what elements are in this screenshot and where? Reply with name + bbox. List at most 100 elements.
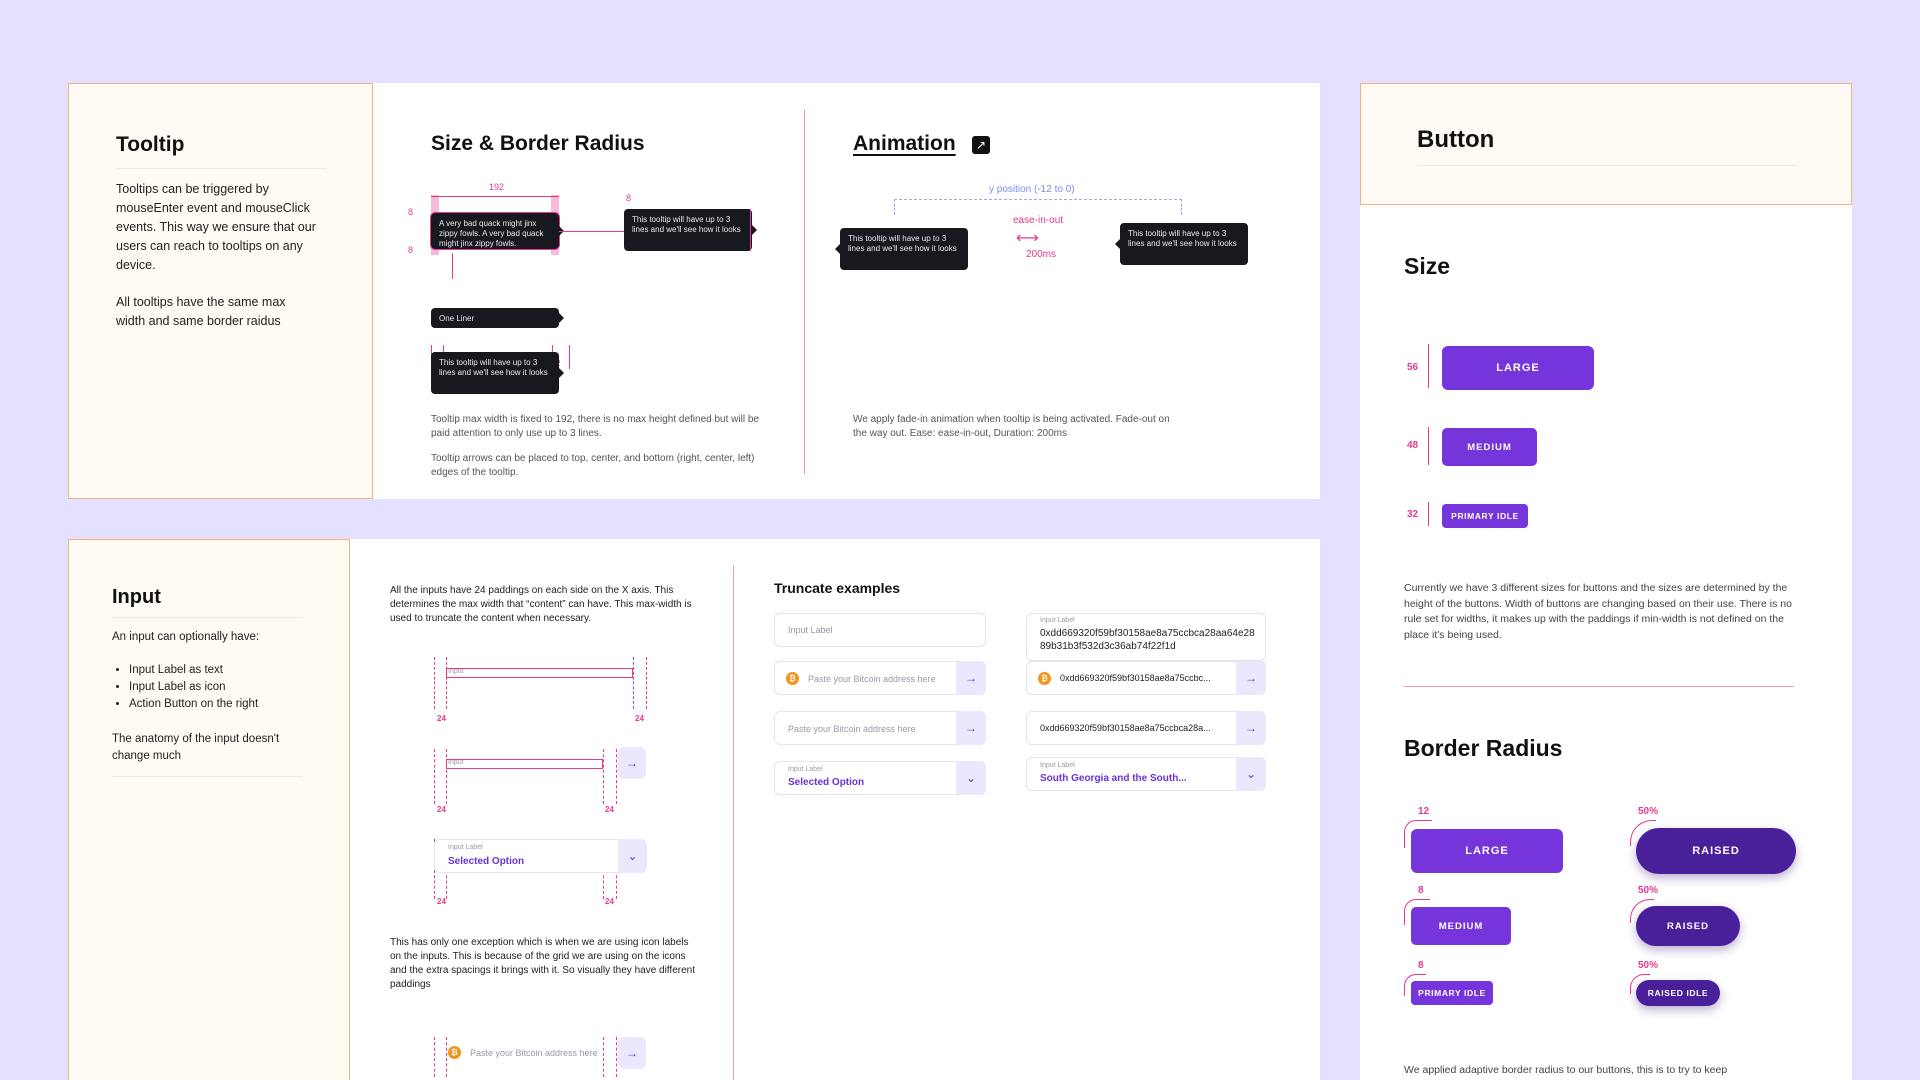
action-arrow-button[interactable]: →: [1236, 661, 1266, 695]
input-label: Input Label: [1040, 762, 1075, 769]
long-tooltip: This tooltip will have up to 3 lines and…: [431, 352, 564, 394]
address-truncated: 0xdd669320f59bf30158ae8a75ccbc...: [1060, 673, 1211, 683]
content-box: [446, 668, 633, 678]
tooltip-arrow: [1115, 239, 1120, 249]
chevron-down-icon[interactable]: ⌄: [618, 839, 647, 873]
long-tooltip-text: This tooltip will have up to 3 lines and…: [632, 215, 741, 234]
label-placeholder: Input Label: [788, 625, 833, 635]
long-tooltip-text: This tooltip will have up to 3 lines and…: [439, 358, 548, 377]
pad-guide: [446, 1037, 447, 1077]
primary-idle-radius-button[interactable]: PRIMARY IDLE: [1411, 981, 1493, 1005]
pad-guide: [633, 657, 634, 709]
list-item: Action Button on the right: [129, 696, 258, 713]
tooltip-intro-panel: Tooltip Tooltips can be triggered by mou…: [68, 83, 373, 499]
selected-country: South Georgia and the South...: [1040, 773, 1187, 784]
padding-description: All the inputs have 24 paddings on each …: [390, 585, 692, 624]
tooltip-arrow: [559, 368, 564, 378]
bitcoin-placeholder: Paste your Bitcoin address here: [470, 1048, 598, 1058]
chevron-down-icon[interactable]: ⌄: [956, 761, 986, 795]
tooltip-detail-panel: Size & Border Radius 192 8 8 A very bad …: [373, 83, 1320, 499]
selected-option: Selected Option: [788, 777, 865, 788]
guide-right: [750, 209, 751, 251]
size-note-2: Tooltip arrows can be placed to top, cen…: [431, 453, 755, 478]
bitcoin-icon: ₿: [448, 1046, 461, 1059]
pad-tip-label: 8: [626, 193, 632, 203]
tooltip-description: Tooltips can be triggered by mouseEnter …: [116, 182, 316, 272]
size-guide: [1428, 344, 1429, 388]
width-measure-label: 192: [489, 182, 505, 192]
divider: [116, 168, 326, 169]
action-arrow-button[interactable]: →: [618, 1037, 646, 1069]
raised-medium-button[interactable]: RAISED: [1636, 906, 1740, 946]
width-guide: [431, 196, 559, 197]
animation-tooltip-text: This tooltip will have up to 3 lines and…: [848, 234, 957, 253]
button-title: Button: [1417, 126, 1495, 153]
animation-note: We apply fade-in animation when tooltip …: [853, 414, 1170, 439]
pad-label: 24: [635, 714, 644, 723]
address-truncated: 0xdd669320f59bf30158ae8a75ccbca28a...: [1040, 723, 1211, 733]
center-guide: [452, 253, 453, 279]
button-header: Button: [1360, 83, 1852, 205]
pad-guide: [603, 1037, 604, 1077]
medium-button[interactable]: MEDIUM: [1442, 428, 1537, 466]
large-button[interactable]: LARGE: [1442, 346, 1594, 390]
y-position-bracket: [894, 199, 1182, 215]
input-detail-panel: All the inputs have 24 paddings on each …: [350, 539, 1320, 1080]
pad-guide: [616, 749, 617, 804]
input-word: Input: [448, 668, 464, 675]
button-panel: Button Size 56 LARGE 48 MEDIUM 32 PRIMAR…: [1360, 83, 1852, 1080]
size-number: 48: [1407, 440, 1419, 451]
pad-label: 24: [437, 805, 446, 814]
input-outro: The anatomy of the input doesn't change …: [112, 733, 280, 762]
action-arrow-button[interactable]: →: [1236, 711, 1266, 745]
size-number: 56: [1407, 362, 1419, 373]
action-arrow-button[interactable]: →: [956, 711, 986, 745]
input-intro-panel: Input An input can optionally have: Inpu…: [68, 539, 350, 1080]
animation-tooltip-text: This tooltip will have up to 3 lines and…: [1128, 229, 1237, 248]
raised-radius-number: 50%: [1638, 806, 1659, 817]
primary-idle-button[interactable]: PRIMARY IDLE: [1442, 504, 1528, 528]
content-box: [446, 759, 603, 769]
pad-label: 24: [437, 897, 446, 906]
pad-guide: [646, 657, 647, 709]
bitcoin-icon: ₿: [1038, 672, 1051, 685]
divider: [112, 776, 302, 777]
divider: [1417, 165, 1797, 166]
pad-guide: [434, 657, 435, 709]
bitcoin-icon: ₿: [786, 672, 799, 685]
input-label: Input Label: [1040, 617, 1075, 624]
raised-idle-button[interactable]: RAISED IDLE: [1636, 980, 1720, 1006]
divider: [112, 617, 302, 618]
radius-number: 8: [1418, 885, 1424, 896]
raised-radius-number: 50%: [1638, 885, 1659, 896]
input-label: Input Label: [788, 766, 823, 773]
exception-note: This has only one exception which is whe…: [390, 937, 695, 990]
y-position-label: y position (-12 to 0): [989, 184, 1075, 195]
animation-title[interactable]: Animation: [853, 132, 956, 156]
tooltip-arrow: [835, 244, 840, 254]
input-label: Input Label: [448, 844, 483, 851]
chevron-down-icon[interactable]: ⌄: [1236, 757, 1266, 791]
action-arrow-button[interactable]: →: [618, 747, 646, 779]
double-arrow-icon: ⟷: [1016, 230, 1039, 247]
pad-bottom-label: 8: [408, 245, 414, 255]
size-title: Size: [1404, 253, 1451, 279]
pad-h-right-bar2: [569, 345, 570, 369]
raised-radius-number: 50%: [1638, 960, 1659, 971]
large-radius-button[interactable]: LARGE: [1411, 829, 1563, 873]
pad-guide: [603, 749, 604, 804]
tooltip-arrow: [559, 313, 564, 323]
raised-large-button[interactable]: RAISED: [1636, 828, 1796, 874]
external-link-icon[interactable]: ↗: [972, 136, 990, 154]
pad-guide: [616, 1037, 617, 1077]
tooltip-arrow: [752, 225, 757, 235]
size-number: 32: [1407, 509, 1419, 520]
action-arrow-button[interactable]: →: [956, 661, 986, 695]
medium-radius-button[interactable]: MEDIUM: [1411, 907, 1511, 945]
border-radius-title: Border Radius: [1404, 735, 1563, 761]
size-guide: [1428, 502, 1429, 526]
bitcoin-placeholder: Paste your Bitcoin address here: [788, 724, 916, 734]
input-options-list: Input Label as text Input Label as icon …: [129, 662, 258, 713]
pad-label: 24: [605, 805, 614, 814]
size-note-1: Tooltip max width is fixed to 192, there…: [431, 414, 759, 439]
